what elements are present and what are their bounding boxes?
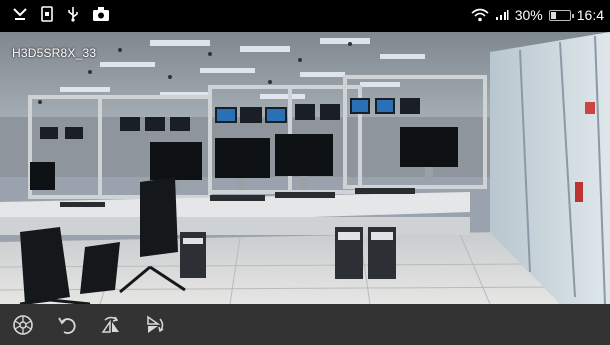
flip-horizontal-icon[interactable] (98, 312, 124, 338)
missed-call-icon (12, 6, 28, 22)
battery-percentage: 30% (514, 7, 543, 23)
fisheye-icon[interactable] (10, 312, 36, 338)
clock: 16:4 (576, 7, 604, 23)
rotate-icon[interactable] (54, 312, 80, 338)
usb-icon (66, 6, 80, 22)
wifi-icon (471, 8, 489, 22)
battery-icon (548, 9, 574, 21)
camera-feed[interactable]: H3D5SR8X_33 (0, 32, 610, 304)
portrait-lock-icon (40, 6, 54, 22)
camera-feed-image (0, 32, 610, 304)
status-right-icons: 30% 16:4 (471, 7, 604, 23)
camera-icon (92, 6, 110, 22)
status-left-icons (12, 6, 110, 22)
flip-vertical-icon[interactable] (142, 312, 168, 338)
camera-label: H3D5SR8X_33 (12, 46, 97, 60)
battery-fill (550, 11, 557, 19)
status-bar: 30% 16:4 (0, 0, 610, 32)
control-toolbar (0, 304, 610, 345)
cell-signal-icon (495, 9, 509, 21)
